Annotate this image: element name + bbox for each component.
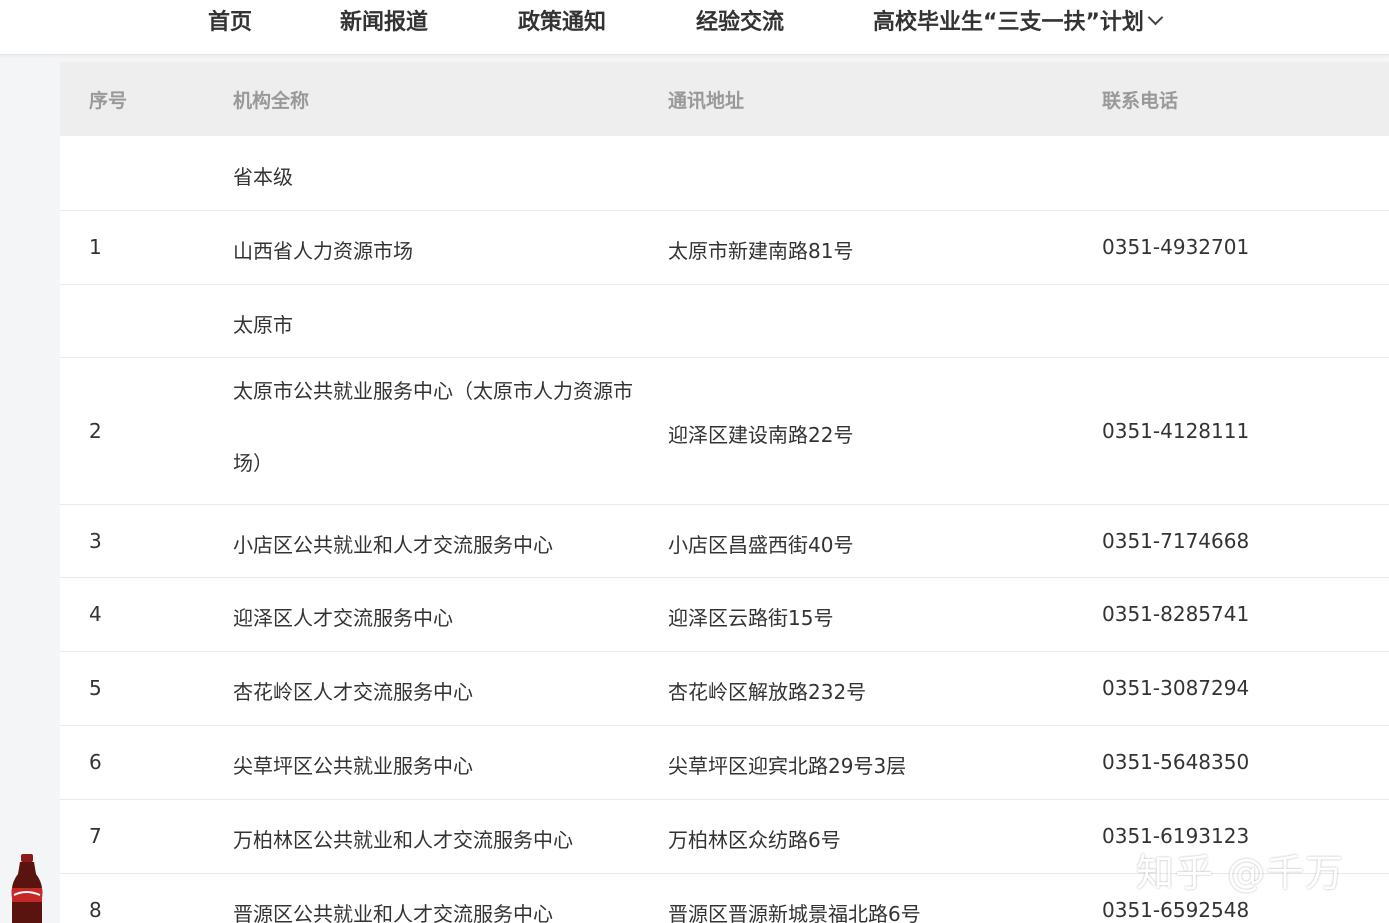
cell-name: 省本级 [233, 165, 293, 189]
nav-sanzhiyifu[interactable]: 高校毕业生“三支一扶”计划 [873, 8, 1164, 38]
table-row: 5 杏花岭区人才交流服务中心 杏花岭区解放路232号 0351-3087294 [60, 651, 1389, 726]
table-row: 3 小店区公共就业和人才交流服务中心 小店区昌盛西街40号 0351-71746… [60, 504, 1389, 578]
cell-name: 杏花岭区人才交流服务中心 [233, 680, 473, 704]
table-row: 太原市 [60, 284, 1389, 358]
institution-table: 序号 机构全称 通讯地址 联系电话 省本级 1 山西省人力资源市场 太原市新建南… [60, 62, 1389, 923]
cell-address: 杏花岭区解放路232号 [668, 680, 867, 704]
cell-no: 5 [89, 676, 102, 700]
header-no: 序号 [89, 90, 128, 112]
nav-news[interactable]: 新闻报道 [340, 8, 428, 38]
header-address: 通讯地址 [668, 90, 745, 112]
cell-phone: 0351-5648350 [1102, 750, 1250, 774]
header-phone: 联系电话 [1102, 90, 1179, 112]
cell-address: 尖草坪区迎宾北路29号3层 [668, 754, 907, 778]
cell-no: 1 [89, 235, 102, 259]
cell-name: 太原市公共就业服务中心（太原市人力资源市场） [233, 379, 633, 475]
chevron-down-icon[interactable] [1147, 9, 1164, 26]
cell-phone: 0351-4932701 [1102, 235, 1250, 259]
nav-policy[interactable]: 政策通知 [518, 8, 606, 38]
cell-name: 小店区公共就业和人才交流服务中心 [233, 533, 553, 557]
cell-no: 2 [89, 419, 102, 443]
cell-address: 太原市新建南路81号 [668, 239, 854, 263]
cell-phone: 0351-8285741 [1102, 602, 1250, 626]
cell-no: 7 [89, 824, 102, 848]
cell-name: 晋源区公共就业和人才交流服务中心 [233, 902, 553, 923]
cell-address: 晋源区晋源新城景福北路6号 [668, 902, 921, 923]
cell-no: 6 [89, 750, 102, 774]
bottle-icon[interactable] [6, 854, 50, 923]
table-row: 6 尖草坪区公共就业服务中心 尖草坪区迎宾北路29号3层 0351-564835… [60, 725, 1389, 800]
cell-name: 太原市 [233, 313, 293, 337]
nav-home[interactable]: 首页 [208, 8, 252, 38]
cell-no: 8 [89, 898, 102, 922]
cell-name: 山西省人力资源市场 [233, 239, 413, 263]
cell-phone: 0351-7174668 [1102, 529, 1250, 553]
table-row: 省本级 [60, 136, 1389, 211]
cell-no: 4 [89, 602, 102, 626]
cell-address: 迎泽区云路街15号 [668, 606, 834, 630]
cell-no: 3 [89, 529, 102, 553]
cell-address: 万柏林区众纺路6号 [668, 828, 841, 852]
cell-name: 尖草坪区公共就业服务中心 [233, 754, 473, 778]
watermark: 知乎 @千万 [1136, 851, 1345, 895]
nav-sanzhiyifu-label: 高校毕业生“三支一扶”计划 [873, 10, 1144, 35]
header-name: 机构全称 [233, 90, 310, 112]
table-header: 序号 机构全称 通讯地址 联系电话 [60, 62, 1389, 136]
cell-name: 迎泽区人才交流服务中心 [233, 606, 453, 630]
table-row: 4 迎泽区人才交流服务中心 迎泽区云路街15号 0351-8285741 [60, 577, 1389, 652]
cell-address: 迎泽区建设南路22号 [668, 423, 854, 447]
table-row: 2 太原市公共就业服务中心（太原市人力资源市场） 迎泽区建设南路22号 0351… [60, 357, 1389, 505]
cell-name: 万柏林区公共就业和人才交流服务中心 [233, 828, 573, 852]
cell-address: 小店区昌盛西街40号 [668, 533, 854, 557]
top-navigation: 首页 新闻报道 政策通知 经验交流 高校毕业生“三支一扶”计划 [0, 0, 1389, 55]
nav-experience[interactable]: 经验交流 [696, 8, 784, 38]
table-row: 1 山西省人力资源市场 太原市新建南路81号 0351-4932701 [60, 210, 1389, 285]
cell-phone: 0351-6592548 [1102, 898, 1250, 922]
cell-phone: 0351-3087294 [1102, 676, 1250, 700]
cell-phone: 0351-4128111 [1102, 419, 1250, 443]
